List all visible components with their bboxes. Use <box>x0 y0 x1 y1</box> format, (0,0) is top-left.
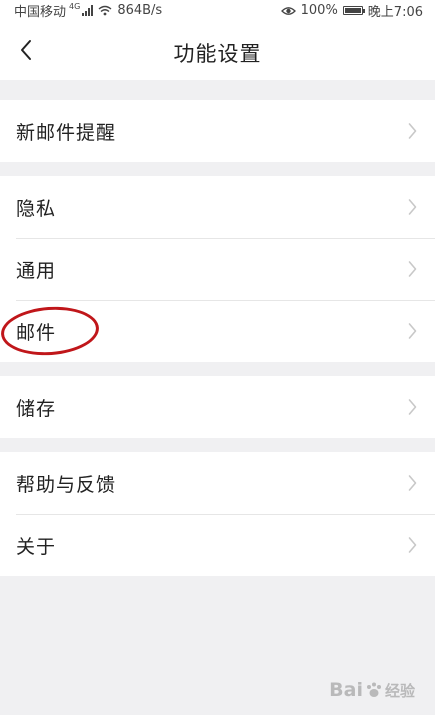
status-left: 中国移动 4G 864B/s <box>14 1 162 20</box>
chevron-right-icon <box>408 398 417 416</box>
watermark-text: Bai <box>329 679 363 701</box>
network-speed: 864B/s <box>117 3 163 18</box>
battery-icon <box>342 6 365 15</box>
chevron-right-icon <box>408 474 417 492</box>
settings-group-storage: 储存 <box>0 376 435 438</box>
chevron-right-icon <box>408 122 417 140</box>
watermark-suffix: 经验 <box>384 681 415 700</box>
paw-icon <box>366 682 381 697</box>
signal-icon <box>82 5 94 16</box>
baidu-watermark: Bai 经验 <box>329 679 415 701</box>
network-type: 4G <box>69 2 81 11</box>
settings-item-label: 通用 <box>16 260 57 282</box>
nav-bar: 功能设置 <box>0 20 435 80</box>
chevron-right-icon <box>408 260 417 278</box>
wifi-icon <box>98 5 112 16</box>
settings-item-about[interactable]: 关于 <box>0 514 435 576</box>
battery-percent: 100% <box>300 3 338 18</box>
chevron-right-icon <box>408 322 417 340</box>
settings-item-label: 关于 <box>16 536 57 558</box>
carrier-name: 中国移动 <box>14 5 67 20</box>
settings-item-new-mail-alert[interactable]: 新邮件提醒 <box>0 100 435 162</box>
settings-item-privacy[interactable]: 隐私 <box>0 176 435 238</box>
settings-item-general[interactable]: 通用 <box>0 238 435 300</box>
settings-item-storage[interactable]: 储存 <box>0 376 435 438</box>
settings-item-label: 邮件 <box>16 322 57 344</box>
page-title: 功能设置 <box>173 42 262 66</box>
settings-group-general: 隐私 通用 邮件 <box>0 176 435 362</box>
settings-item-label: 新邮件提醒 <box>16 122 117 144</box>
settings-item-mail[interactable]: 邮件 <box>0 300 435 362</box>
settings-group-support: 帮助与反馈 关于 <box>0 452 435 576</box>
settings-group-notifications: 新邮件提醒 <box>0 100 435 162</box>
status-bar: 中国移动 4G 864B/s 100% 晚上7:06 <box>0 0 435 20</box>
chevron-right-icon <box>408 536 417 554</box>
settings-item-label: 帮助与反馈 <box>16 474 117 496</box>
eye-icon <box>280 6 296 16</box>
settings-item-help-feedback[interactable]: 帮助与反馈 <box>0 452 435 514</box>
chevron-right-icon <box>408 198 417 216</box>
status-right: 100% 晚上7:06 <box>280 1 423 20</box>
settings-item-label: 储存 <box>16 398 57 420</box>
settings-item-label: 隐私 <box>16 198 57 220</box>
clock: 晚上7:06 <box>367 5 423 20</box>
